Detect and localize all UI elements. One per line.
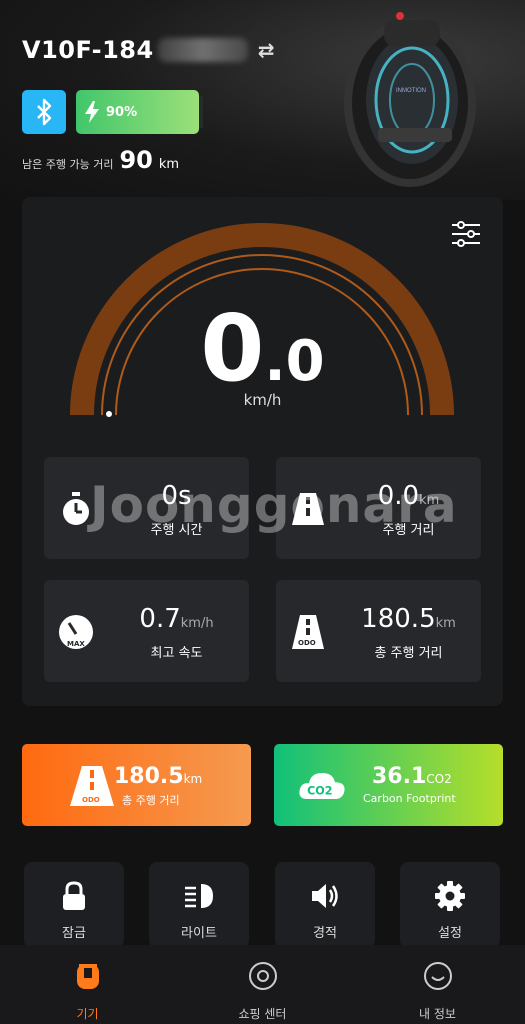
odometer-road-icon: ODO: [292, 615, 324, 649]
tab-profile-label: 내 정보: [419, 1007, 456, 1021]
settings-tile[interactable]: 설정: [400, 862, 500, 948]
horn-label: 경적: [313, 926, 337, 941]
smile-tab-icon: [423, 962, 452, 990]
lock-tile[interactable]: 잠금: [24, 862, 124, 948]
horn-tile[interactable]: 경적: [275, 862, 375, 948]
co2-icon-text: CO2: [307, 784, 332, 797]
speed-decimal: .0: [264, 329, 325, 394]
device-name-redacted: [157, 38, 248, 62]
cloud-co2-icon: CO2: [299, 773, 345, 799]
tab-device[interactable]: 기기: [0, 961, 175, 1022]
odo-stat-unit: km: [183, 772, 203, 786]
switch-device-icon[interactable]: ⇄: [258, 38, 275, 62]
speed-integer: 0: [200, 295, 265, 402]
trip-distance-card: 0.0km 주행 거리: [276, 457, 481, 559]
odo-icon-text: ODO: [298, 639, 316, 647]
ride-time-card: 0s 주행 시간: [44, 457, 249, 559]
device-title[interactable]: V10F-184 ⇄: [22, 36, 275, 64]
lightning-icon: [85, 101, 99, 123]
gear-icon: [435, 881, 465, 911]
odo-stat-value: 180.5: [114, 764, 184, 789]
range-label: 남은 주행 가능 거리: [22, 158, 114, 171]
max-speed-unit: km/h: [180, 616, 214, 631]
speedometer-icon: MAX: [59, 615, 93, 649]
dashboard-panel: 0.0 km/h 0s 주행 시간 0.0km 주행 거리 MAX 0.7km/…: [22, 197, 503, 706]
road-icon: [292, 493, 324, 525]
settings-label: 설정: [438, 926, 462, 941]
lock-icon: [63, 881, 85, 910]
total-distance-card: ODO 180.5km 총 주행 거리: [276, 580, 481, 682]
speed-unit: km/h: [243, 391, 282, 409]
carbon-unit: CO2: [426, 772, 452, 786]
light-label: 라이트: [181, 926, 217, 941]
range-unit: km: [158, 157, 180, 172]
odo-road-icon: ODO: [70, 766, 114, 806]
device-name: V10F-184: [22, 36, 154, 64]
bluetooth-status[interactable]: [22, 90, 66, 134]
tab-shopping[interactable]: 쇼핑 센터: [175, 961, 350, 1022]
battery-indicator: 90%: [76, 90, 203, 134]
remaining-range: 남은 주행 가능 거리 90 km: [22, 146, 179, 174]
wheel-brand-text: INMOTION: [396, 88, 426, 94]
total-distance-value: 180.5: [361, 604, 436, 634]
tab-shopping-label: 쇼핑 센터: [238, 1007, 287, 1021]
carbon-value: 36.1: [372, 764, 427, 789]
tab-device-label: 기기: [76, 1007, 99, 1021]
trip-distance-unit: km: [419, 493, 440, 508]
max-speed-value: 0.7: [139, 604, 181, 634]
battery-percent: 90%: [106, 104, 138, 120]
odo-stat-card[interactable]: ODO 180.5km 총 주행 거리: [22, 744, 251, 826]
speed-readout: 0.0: [22, 295, 503, 402]
stopwatch-icon: [63, 492, 89, 525]
tab-profile[interactable]: 내 정보: [350, 961, 525, 1022]
total-distance-unit: km: [435, 616, 456, 631]
total-distance-label: 총 주행 거리: [374, 646, 443, 661]
lock-label: 잠금: [62, 926, 86, 941]
speaker-icon: [312, 884, 338, 908]
range-value: 90: [119, 146, 153, 174]
unicycle-image: INMOTION: [344, 12, 476, 187]
carbon-label: Carbon Footprint: [363, 792, 456, 805]
device-tab-icon: [76, 964, 99, 989]
max-speed-card: MAX 0.7km/h 최고 속도: [44, 580, 249, 682]
max-speed-label: 최고 속도: [150, 646, 203, 661]
carbon-stat-card[interactable]: CO2 36.1CO2 Carbon Footprint: [274, 744, 503, 826]
ride-time-value: 0s: [161, 481, 192, 511]
max-icon-text: MAX: [67, 640, 85, 648]
odo-stat-icon-text: ODO: [82, 796, 100, 804]
trip-distance-value: 0.0: [377, 481, 420, 511]
trip-distance-label: 주행 거리: [382, 523, 435, 538]
odo-stat-label: 총 주행 거리: [122, 794, 180, 807]
headlight-icon: [185, 884, 213, 908]
bluetooth-icon: [37, 98, 52, 126]
bottom-tab-bar: 기기 쇼핑 센터 내 정보: [0, 945, 525, 1024]
ride-time-label: 주행 시간: [150, 523, 203, 538]
light-tile[interactable]: 라이트: [149, 862, 249, 948]
shopping-tab-icon: [248, 962, 277, 990]
